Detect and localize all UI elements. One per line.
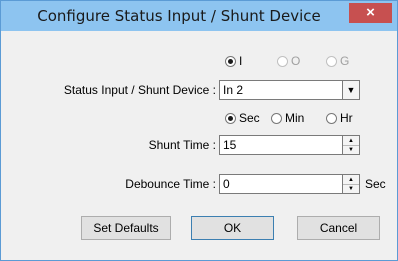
shunt-time-value: 15	[223, 138, 237, 152]
shunt-time-stepper[interactable]: ▲ ▼	[342, 136, 359, 154]
radio-label: G	[340, 54, 350, 68]
debounce-time-input[interactable]: 0 ▲ ▼	[219, 174, 360, 194]
close-button[interactable]: ×	[349, 3, 392, 23]
debounce-unit-label: Sec	[365, 177, 386, 191]
dialog-body: I O G Status Input / Shunt Device : In 2…	[8, 31, 390, 253]
set-defaults-button[interactable]: Set Defaults	[81, 216, 171, 240]
radio-type-i[interactable]: I	[225, 54, 242, 68]
radio-circle-icon	[225, 112, 236, 124]
radio-unit-min[interactable]: Min	[271, 111, 304, 125]
radio-circle-icon	[271, 112, 282, 124]
dialog-title: Configure Status Input / Shunt Device	[37, 7, 321, 25]
radio-label: O	[291, 54, 301, 68]
debounce-time-value: 0	[223, 177, 230, 191]
close-icon: ×	[366, 4, 375, 21]
shunt-time-label: Shunt Time :	[148, 138, 216, 152]
device-label: Status Input / Shunt Device :	[63, 83, 216, 97]
radio-label: Hr	[340, 111, 353, 125]
cancel-button[interactable]: Cancel	[297, 216, 380, 240]
debounce-time-stepper[interactable]: ▲ ▼	[342, 175, 359, 193]
radio-label: Min	[285, 111, 305, 125]
spin-down-icon[interactable]: ▼	[343, 184, 359, 193]
radio-label: Sec	[239, 111, 260, 125]
radio-label: I	[239, 54, 243, 68]
radio-circle-icon	[326, 55, 337, 67]
radio-circle-icon	[326, 112, 337, 124]
title-bar[interactable]: Configure Status Input / Shunt Device ×	[1, 1, 397, 31]
debounce-time-label: Debounce Time :	[125, 177, 216, 191]
ok-button[interactable]: OK	[191, 216, 274, 240]
device-select[interactable]: In 2 ▼	[219, 80, 360, 100]
radio-unit-sec[interactable]: Sec	[225, 111, 260, 125]
dialog-window: Configure Status Input / Shunt Device × …	[0, 0, 398, 261]
radio-unit-hr[interactable]: Hr	[326, 111, 353, 125]
radio-circle-icon	[277, 55, 288, 67]
radio-type-o[interactable]: O	[277, 54, 300, 68]
radio-circle-icon	[225, 55, 236, 67]
device-value: In 2	[223, 83, 244, 97]
chevron-down-icon[interactable]: ▼	[342, 81, 359, 99]
shunt-time-input[interactable]: 15 ▲ ▼	[219, 135, 360, 155]
radio-type-g[interactable]: G	[326, 54, 349, 68]
spin-down-icon[interactable]: ▼	[343, 145, 359, 154]
